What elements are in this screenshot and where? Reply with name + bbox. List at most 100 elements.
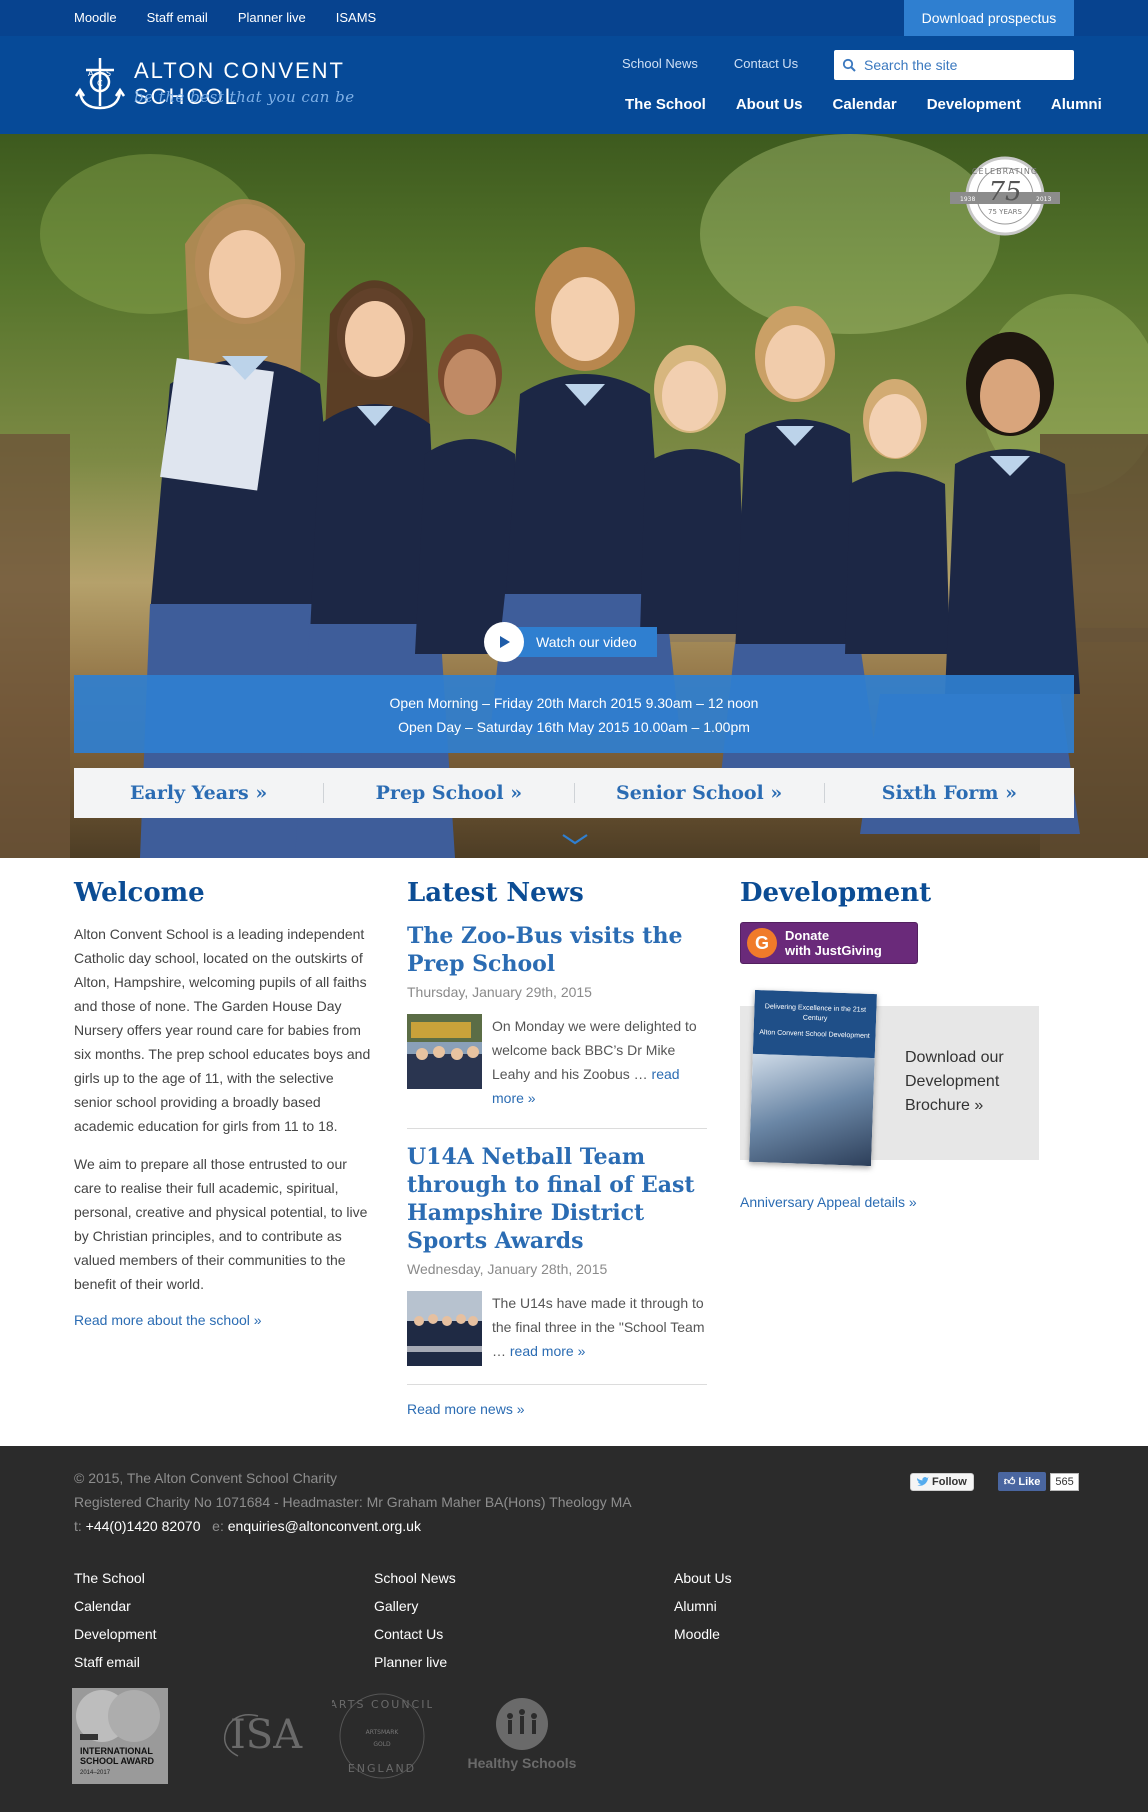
- news-heading: Latest News: [407, 878, 584, 908]
- email-link[interactable]: enquiries@altonconvent.org.uk: [228, 1518, 421, 1534]
- search-icon[interactable]: [842, 58, 856, 72]
- nav-calendar[interactable]: Calendar: [833, 96, 897, 113]
- news-title-link[interactable]: The Zoo-Bus visits the Prep School: [407, 923, 682, 977]
- badge-celebrating-text: CELEBRATING: [972, 167, 1038, 176]
- footer-link-about-us[interactable]: About Us: [674, 1564, 974, 1592]
- utility-link-moodle[interactable]: Moodle: [74, 10, 117, 25]
- telephone-link[interactable]: +44(0)1420 82070: [86, 1518, 201, 1534]
- development-heading: Development: [740, 878, 932, 908]
- footer-link-school-news[interactable]: School News: [374, 1564, 674, 1592]
- chevron-down-icon[interactable]: [561, 832, 589, 846]
- footer-links-column: The School Calendar Development Staff em…: [74, 1564, 374, 1676]
- footer-link-development[interactable]: Development: [74, 1620, 374, 1648]
- site-search: [834, 50, 1074, 80]
- open-events-banner: Open Morning – Friday 20th March 2015 9.…: [74, 675, 1074, 753]
- donate-justgiving-button[interactable]: G Donate with JustGiving: [740, 922, 918, 964]
- news-excerpt: The U14s have made it through to the fin…: [492, 1295, 705, 1359]
- welcome-paragraph-2: We aim to prepare all those entrusted to…: [74, 1156, 368, 1292]
- welcome-paragraph-1: Alton Convent School is a leading indepe…: [74, 926, 371, 1134]
- svg-text:C: C: [97, 79, 103, 88]
- development-section: Development G Donate with JustGiving Del…: [740, 878, 1040, 1210]
- footer-link-contact-us[interactable]: Contact Us: [374, 1620, 674, 1648]
- artsmark-gold-text: GOLD: [373, 1741, 391, 1748]
- nav-contact-us[interactable]: Contact Us: [734, 56, 798, 71]
- badge-number: 75: [988, 177, 1021, 207]
- anchor-crest-icon: A C S: [74, 58, 126, 110]
- news-thumbnail[interactable]: [407, 1014, 482, 1089]
- read-more-news-link[interactable]: Read more news »: [407, 1401, 707, 1417]
- section-senior-school[interactable]: Senior School »: [575, 783, 825, 803]
- news-excerpt: On Monday we were delighted to welcome b…: [492, 1018, 697, 1106]
- nav-alumni[interactable]: Alumni: [1051, 96, 1102, 113]
- facebook-like-count: 565: [1050, 1472, 1079, 1491]
- justgiving-icon: G: [747, 928, 777, 958]
- read-more-school-link[interactable]: Read more about the school »: [74, 1312, 374, 1328]
- search-input[interactable]: [864, 57, 1064, 73]
- open-morning-text: Open Morning – Friday 20th March 2015 9.…: [389, 695, 759, 711]
- arts-council-artsmark-logo: ARTS COUNCIL ARTSMARK GOLD ENGLAND: [332, 1693, 432, 1779]
- news-thumbnail[interactable]: [407, 1291, 482, 1366]
- donate-label: Donate: [785, 928, 830, 943]
- section-early-years[interactable]: Early Years »: [74, 783, 325, 803]
- footer-links-column: School News Gallery Contact Us Planner l…: [374, 1564, 674, 1676]
- utility-link-isams[interactable]: ISAMS: [336, 10, 376, 25]
- utility-link-planner-live[interactable]: Planner live: [238, 10, 306, 25]
- footer-link-gallery[interactable]: Gallery: [374, 1592, 674, 1620]
- footer-link-staff-email[interactable]: Staff email: [74, 1648, 374, 1676]
- twitter-follow-label: Follow: [932, 1475, 967, 1488]
- isa-text: ISA: [230, 1712, 303, 1758]
- news-title-link[interactable]: U14A Netball Team through to final of Ea…: [407, 1144, 695, 1254]
- nav-about-us[interactable]: About Us: [736, 96, 803, 113]
- brochure-cover-image: Delivering Excellence in the 21st Centur…: [749, 989, 877, 1167]
- utility-links: Moodle Staff email Planner live ISAMS: [74, 0, 406, 34]
- brochure-cover-title: Delivering Excellence in the 21st Centur…: [764, 1003, 867, 1023]
- footer-link-alumni[interactable]: Alumni: [674, 1592, 974, 1620]
- play-icon[interactable]: [484, 622, 524, 662]
- nav-the-school[interactable]: The School: [625, 96, 706, 113]
- brochure-text: Download our Development Brochure »: [905, 1049, 1004, 1114]
- section-prep-school[interactable]: Prep School »: [324, 783, 575, 803]
- section-sixth-form[interactable]: Sixth Form »: [825, 783, 1074, 803]
- twitter-follow-button[interactable]: Follow: [910, 1472, 974, 1491]
- intl-award-years: 2014–2017: [80, 1770, 111, 1776]
- brochure-cover-subtitle: Alton Convent School Development: [759, 1029, 870, 1040]
- news-date: Thursday, January 29th, 2015: [407, 984, 592, 1000]
- thumbs-up-icon: 👍︎: [1003, 1476, 1016, 1488]
- utility-bar: Moodle Staff email Planner live ISAMS Do…: [0, 0, 1148, 36]
- svg-text:S: S: [106, 69, 111, 78]
- site-footer: © 2015, The Alton Convent School Charity…: [0, 1446, 1148, 1812]
- latest-news-section: Latest News The Zoo-Bus visits the Prep …: [407, 878, 707, 1417]
- watch-video-button[interactable]: Watch our video: [484, 622, 657, 662]
- welcome-section: Welcome Alton Convent School is a leadin…: [74, 878, 374, 1328]
- news-read-more-link[interactable]: read more »: [510, 1343, 585, 1359]
- anniversary-appeal-link[interactable]: Anniversary Appeal details »: [740, 1194, 1040, 1210]
- main-nav: The School About Us Calendar Development…: [625, 96, 1102, 113]
- news-item: U14A Netball Team through to final of Ea…: [407, 1143, 707, 1385]
- social-buttons: Follow 👍︎ Like 565: [910, 1472, 1079, 1491]
- development-brochure-link[interactable]: Delivering Excellence in the 21st Centur…: [740, 989, 1039, 1167]
- footer-link-the-school[interactable]: The School: [74, 1564, 374, 1592]
- justgiving-label: with JustGiving: [785, 943, 882, 958]
- tel-prefix: t:: [74, 1518, 82, 1534]
- school-logo[interactable]: A C S ALTON CONVENT SCHOOL be the best t…: [74, 54, 454, 114]
- download-prospectus-button[interactable]: Download prospectus: [904, 0, 1074, 36]
- footer-link-planner-live[interactable]: Planner live: [374, 1648, 674, 1676]
- footer-link-calendar[interactable]: Calendar: [74, 1592, 374, 1620]
- nav-school-news[interactable]: School News: [622, 56, 698, 71]
- utility-link-staff-email[interactable]: Staff email: [147, 10, 208, 25]
- facebook-like-button[interactable]: 👍︎ Like: [997, 1472, 1047, 1491]
- international-school-award-logo: INTERNATIONAL SCHOOL AWARD 2014–2017: [72, 1688, 168, 1784]
- footer-links-column: About Us Alumni Moodle: [674, 1564, 974, 1676]
- watch-video-label: Watch our video: [506, 627, 657, 657]
- footer-link-moodle[interactable]: Moodle: [674, 1620, 974, 1648]
- footer-info: © 2015, The Alton Convent School Charity…: [74, 1466, 632, 1538]
- badge-years-text: 75 YEARS: [988, 208, 1022, 216]
- nav-development[interactable]: Development: [927, 96, 1021, 113]
- celebrating-75-years-badge: CELEBRATING 75 1938 2013 75 YEARS: [950, 156, 1060, 236]
- healthy-schools-logo: Healthy Schools: [468, 1698, 577, 1771]
- charity-text: Registered Charity No 1071684 - Headmast…: [74, 1494, 632, 1510]
- site-header: A C S ALTON CONVENT SCHOOL be the best t…: [0, 36, 1148, 134]
- facebook-like-label: Like: [1018, 1476, 1041, 1488]
- school-sections-bar: Early Years » Prep School » Senior Schoo…: [74, 768, 1074, 818]
- news-item: The Zoo-Bus visits the Prep School Thurs…: [407, 922, 707, 1129]
